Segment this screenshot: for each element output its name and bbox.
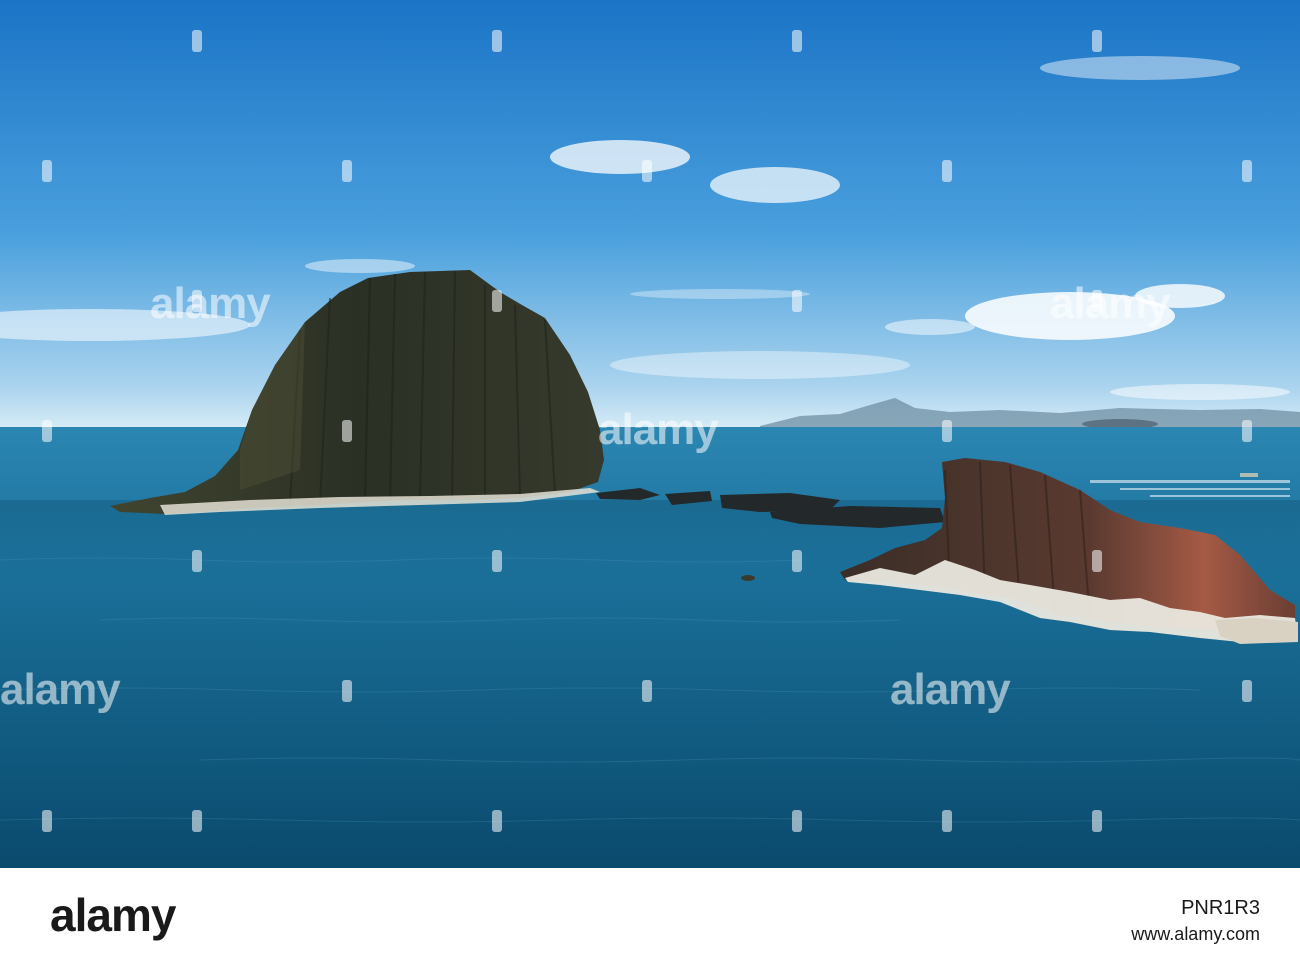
site-url: www.alamy.com bbox=[1131, 924, 1260, 944]
image-id: PNR1R3 bbox=[1181, 897, 1260, 919]
alamy-logo: alamy bbox=[50, 889, 176, 941]
footer-bar bbox=[0, 868, 1300, 957]
watermark-marks bbox=[42, 30, 1252, 832]
